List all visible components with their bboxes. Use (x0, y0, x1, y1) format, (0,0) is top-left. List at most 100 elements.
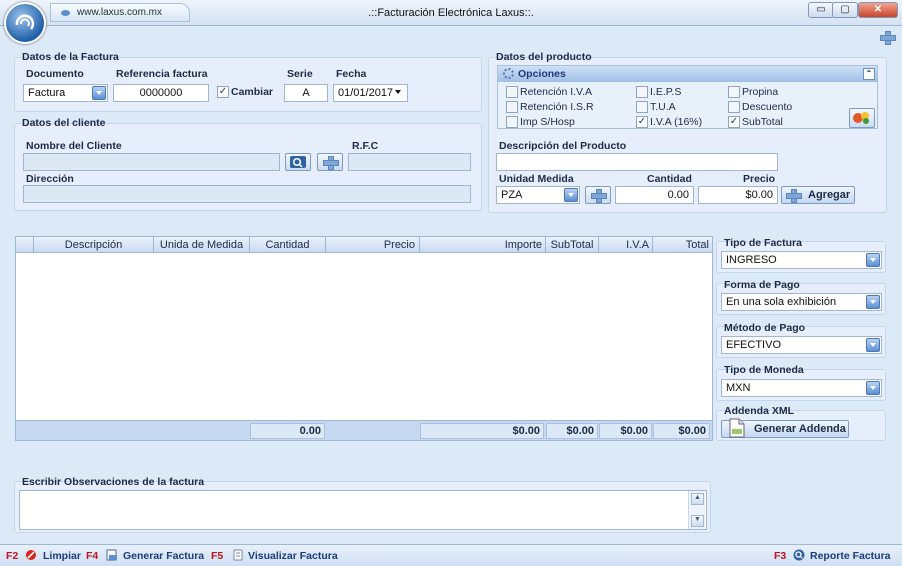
limpiar-action[interactable]: Limpiar (43, 550, 81, 562)
total-subtotal: $0.00 (546, 423, 598, 439)
opt-checkbox-propina[interactable] (728, 86, 740, 98)
opt-label: Retención I.V.A (520, 86, 592, 98)
serie-input[interactable]: A (284, 84, 328, 102)
cantidad-label: Cantidad (647, 173, 692, 185)
opt-label: SubTotal (742, 116, 783, 128)
col-total[interactable]: Total (652, 237, 712, 253)
fecha-picker[interactable]: 01/01/2017 (333, 84, 408, 102)
generate-invoice-icon (106, 549, 117, 561)
total-cantidad: 0.00 (250, 423, 325, 439)
descripcion-label: Descripción del Producto (499, 140, 627, 152)
chevron-down-icon[interactable] (866, 295, 880, 309)
chevron-down-icon[interactable] (866, 338, 880, 352)
opt-label: Descuento (742, 101, 793, 113)
chevron-down-icon[interactable] (866, 381, 880, 395)
cambiar-checkbox[interactable]: ✓ (217, 86, 229, 98)
descripcion-input[interactable] (496, 153, 778, 171)
documento-select[interactable]: Factura (23, 84, 108, 102)
nombre-input[interactable] (23, 153, 280, 171)
table-totals: 0.00 $0.00 $0.00 $0.00 $0.00 (16, 420, 712, 440)
producto-title: Datos del producto (496, 51, 592, 63)
opt-checkbox-descuento[interactable] (728, 101, 740, 113)
tipo-factura-label: Tipo de Factura (724, 237, 802, 249)
row-selector-header (16, 237, 33, 253)
visualizar-factura-action[interactable]: Visualizar Factura (248, 550, 338, 562)
serie-label: Serie (287, 68, 313, 80)
documento-label: Documento (26, 68, 84, 80)
col-precio[interactable]: Precio (325, 237, 419, 253)
f3-key: F3 (774, 550, 787, 562)
opt-checkbox-subtotal[interactable]: ✓ (728, 116, 740, 128)
opt-checkbox-retencion-isr[interactable] (506, 101, 518, 113)
options-tool-button[interactable] (849, 108, 875, 128)
opt-checkbox-ieps[interactable] (636, 86, 648, 98)
unidad-select[interactable]: PZA (496, 186, 580, 204)
fecha-label: Fecha (336, 68, 367, 80)
rfc-input[interactable] (348, 153, 471, 171)
clear-icon (26, 550, 36, 560)
opciones-header[interactable]: Opciones ⌃ (498, 66, 877, 82)
plus-icon (323, 156, 339, 170)
chevron-down-icon[interactable] (564, 188, 578, 202)
view-invoice-icon (233, 549, 243, 561)
search-client-button[interactable] (285, 153, 311, 171)
add-unidad-button[interactable] (585, 186, 611, 204)
add-client-button[interactable] (317, 153, 343, 171)
maximize-button[interactable]: ▢ (832, 2, 858, 18)
opt-checkbox-retencion-iva[interactable] (506, 86, 518, 98)
rfc-label: R.F.C (352, 140, 379, 152)
generar-addenda-button[interactable]: Generar Addenda (721, 418, 849, 438)
opt-label: Imp S/Hosp (520, 116, 575, 128)
forma-pago-label: Forma de Pago (724, 279, 800, 291)
cantidad-input[interactable]: 0.00 (615, 186, 694, 204)
opt-checkbox-imp-hosp[interactable] (506, 116, 518, 128)
direccion-label: Dirección (26, 173, 74, 185)
precio-label: Precio (743, 173, 776, 185)
total-iva: $0.00 (599, 423, 652, 439)
moneda-select[interactable]: MXN (721, 379, 882, 397)
col-subtotal[interactable]: SubTotal (545, 237, 598, 253)
total-total: $0.00 (653, 423, 710, 439)
forma-pago-select[interactable]: En una sola exhibición (721, 293, 882, 311)
scroll-up-icon[interactable]: ▲ (691, 493, 704, 505)
collapse-icon[interactable]: ⌃ (863, 68, 875, 80)
referencia-input[interactable]: 0000000 (113, 84, 209, 102)
minimize-button[interactable]: ▭ (808, 2, 834, 18)
opt-label: I.V.A (16%) (650, 116, 703, 128)
window-title: .::Facturación Electrónica Laxus::. (368, 7, 534, 19)
close-button[interactable]: ✕ (858, 2, 898, 18)
col-iva[interactable]: I.V.A (598, 237, 652, 253)
chevron-down-icon[interactable] (866, 253, 880, 267)
opt-checkbox-iva[interactable]: ✓ (636, 116, 648, 128)
col-cantidad[interactable]: Cantidad (249, 237, 325, 253)
direccion-input[interactable] (23, 185, 471, 203)
tools-icon (853, 112, 869, 124)
plus-icon (591, 189, 607, 203)
chevron-down-icon[interactable] (392, 86, 406, 100)
plus-icon (786, 189, 802, 203)
col-unidad[interactable]: Unida de Medida (153, 237, 249, 253)
scroll-down-icon[interactable]: ▼ (691, 515, 704, 527)
precio-input[interactable]: $0.00 (698, 186, 778, 204)
cambiar-label: Cambiar (231, 86, 274, 98)
add-icon[interactable] (879, 29, 896, 45)
reporte-factura-action[interactable]: Reporte Factura (810, 550, 891, 562)
f4-key: F4 (86, 550, 99, 562)
generar-factura-action[interactable]: Generar Factura (123, 550, 204, 562)
chevron-down-icon[interactable] (92, 86, 106, 100)
opt-checkbox-tua[interactable] (636, 101, 648, 113)
col-descripcion[interactable]: Descripción (33, 237, 153, 253)
observaciones-textarea[interactable] (19, 490, 707, 530)
col-importe[interactable]: Importe (419, 237, 545, 253)
metodo-pago-select[interactable]: EFECTIVO (721, 336, 882, 354)
factura-title: Datos de la Factura (22, 51, 119, 63)
opt-label: T.U.A (650, 101, 676, 113)
search-icon (290, 156, 306, 168)
tipo-factura-select[interactable]: INGRESO (721, 251, 882, 269)
items-table[interactable]: Descripción Unida de Medida Cantidad Pre… (15, 236, 713, 441)
unidad-label: Unidad Medida (499, 173, 574, 185)
observaciones-scrollbar[interactable]: ▲ ▼ (688, 491, 705, 529)
agregar-button[interactable]: Agregar (781, 186, 855, 204)
addenda-label: Addenda XML (724, 405, 794, 417)
opt-label: Propina (742, 86, 779, 98)
